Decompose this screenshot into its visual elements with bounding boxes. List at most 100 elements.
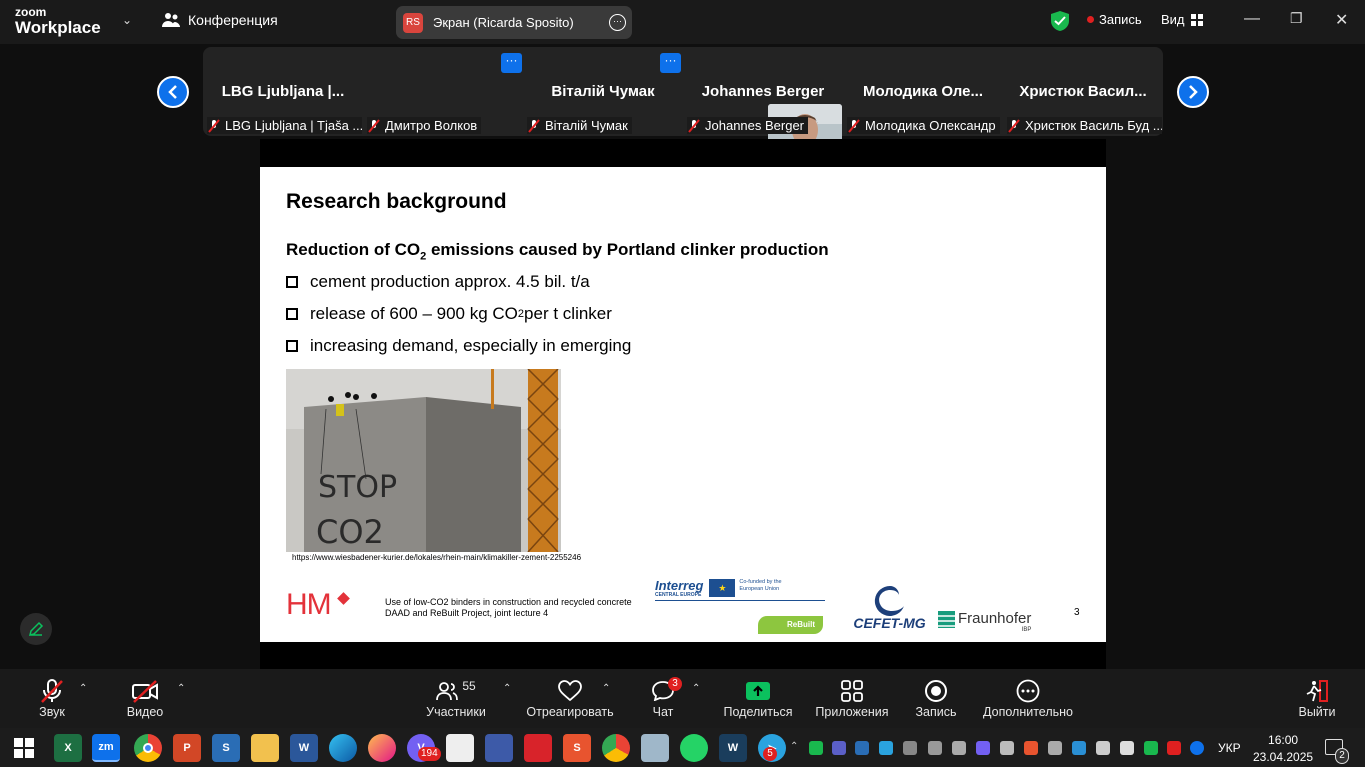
firefox-icon[interactable]	[368, 734, 396, 762]
tray-teams-icon[interactable]	[832, 741, 846, 755]
more-label: Дополнительно	[983, 705, 1073, 719]
minimize-icon[interactable]: —	[1244, 10, 1260, 28]
slide-page-number: 3	[1074, 607, 1080, 618]
viber-badge: 194	[418, 747, 441, 761]
tray-mic-icon[interactable]	[903, 741, 917, 755]
record-button[interactable]: Запись	[915, 677, 957, 719]
audio-button[interactable]: Звук	[36, 677, 68, 719]
system-clock[interactable]: 16:00 23.04.2025	[1253, 732, 1313, 766]
tile-more-button[interactable]: ···	[660, 53, 681, 73]
chat-unread-badge: 3	[668, 677, 682, 691]
react-button[interactable]: Отреагировать	[526, 677, 614, 719]
tray-slides-icon[interactable]	[1024, 741, 1038, 755]
participant-tile[interactable]: Віталій Чумак Віталій Чумак	[523, 47, 683, 136]
file-explorer-icon[interactable]	[251, 734, 279, 762]
bullet-item: release of 600 – 900 kg CO 2 per t clinke…	[286, 304, 612, 324]
participants-options-chevron-icon[interactable]: ⌃	[503, 683, 511, 694]
bullet-item: increasing demand, especially in emergin…	[286, 336, 631, 356]
audio-options-chevron-icon[interactable]: ⌃	[79, 683, 87, 694]
meeting-participants-button[interactable]: Конференция	[162, 12, 278, 28]
chat-label: Чат	[652, 705, 674, 719]
antivirus-icon[interactable]	[524, 734, 552, 762]
next-page-button[interactable]	[1177, 76, 1209, 108]
participant-tile[interactable]: Христюк Васил... Христюк Василь Буд ...	[1003, 47, 1163, 136]
tray-speaker-muted-icon[interactable]	[1167, 741, 1181, 755]
excel-icon[interactable]: X	[54, 734, 82, 762]
word-icon[interactable]: W	[290, 734, 318, 762]
chevron-down-icon[interactable]: ⌄	[122, 13, 132, 27]
tray-security-icon[interactable]	[1144, 741, 1158, 755]
more-icon	[1016, 679, 1040, 703]
prev-page-button[interactable]	[157, 76, 189, 108]
tray-viber-icon[interactable]	[976, 741, 990, 755]
participant-tile[interactable]: Дмитро Волков	[363, 47, 842, 164]
edge-icon[interactable]	[329, 734, 357, 762]
more-button[interactable]: Дополнительно	[983, 677, 1073, 719]
tile-more-button[interactable]: ···	[501, 53, 522, 73]
leave-button[interactable]: Выйти	[1298, 677, 1336, 719]
checkbox-bullet-icon	[286, 276, 298, 288]
document-icon[interactable]	[446, 734, 474, 762]
apps-button[interactable]: Приложения	[815, 677, 889, 719]
recording-indicator[interactable]: Запись	[1087, 12, 1142, 27]
windows-start-icon[interactable]	[10, 734, 38, 762]
tray-webex-icon[interactable]	[855, 741, 869, 755]
participant-tile[interactable]: LBG Ljubljana |... LBG Ljubljana | Tjaša…	[203, 47, 363, 136]
annotate-button[interactable]	[20, 613, 52, 645]
logo-line1: zoom	[15, 5, 47, 19]
tray-shield-icon[interactable]	[809, 741, 823, 755]
webex-icon[interactable]: W	[719, 734, 747, 762]
notification-count: 2	[1335, 748, 1349, 764]
powerpoint-icon[interactable]: P	[173, 734, 201, 762]
share-button[interactable]: Поделиться	[723, 677, 793, 719]
recording-label: Запись	[1099, 12, 1142, 27]
footer-line1: Use of low-CO2 binders in construction a…	[385, 597, 632, 607]
chevron-left-icon	[168, 85, 177, 99]
tray-wifi-icon[interactable]	[1048, 741, 1062, 755]
participant-tile[interactable]: Молодика Оле... Молодика Олександр	[843, 47, 1003, 136]
language-indicator[interactable]: УКР	[1218, 741, 1241, 755]
participant-name-big: Віталій Чумак	[551, 83, 655, 100]
view-button[interactable]: Вид	[1161, 12, 1203, 27]
bullet-text: release of 600 – 900 kg CO	[310, 304, 518, 323]
participants-button[interactable]: 55 Участники	[425, 677, 487, 719]
more-icon[interactable]: ···	[609, 14, 626, 31]
tray-zoom-icon[interactable]	[1190, 741, 1204, 755]
video-button[interactable]: Видео	[126, 677, 164, 719]
participant-tile[interactable]: Johannes Berger Johannes Berger	[683, 47, 843, 136]
tray-app-icon[interactable]	[1072, 741, 1086, 755]
image-app-icon[interactable]	[641, 734, 669, 762]
leave-icon	[1306, 680, 1328, 702]
screen-share-pill[interactable]: RS Экран (Ricarda Sposito) ···	[396, 6, 632, 39]
tray-volume-icon[interactable]	[1120, 741, 1134, 755]
restore-icon[interactable]: ❐	[1290, 10, 1303, 27]
bullet-text: increasing demand, especially in emergin…	[310, 336, 632, 355]
participants-count: 55	[462, 679, 476, 693]
fraunhofer-ibp: IBP	[1021, 627, 1032, 633]
chrome-icon[interactable]	[134, 734, 162, 762]
tray-overflow-icon[interactable]: ⌃	[790, 741, 800, 755]
save-app-icon[interactable]	[485, 734, 513, 762]
tray-usb-icon[interactable]	[952, 741, 966, 755]
shield-check-icon[interactable]	[1051, 11, 1069, 31]
leave-label: Выйти	[1298, 705, 1336, 719]
chat-options-chevron-icon[interactable]: ⌃	[692, 683, 700, 694]
chrome-profile-icon[interactable]	[602, 734, 630, 762]
participant-name-big: Молодика Оле...	[863, 83, 983, 100]
slides-app-icon[interactable]: S	[563, 734, 591, 762]
mic-off-icon	[848, 118, 860, 133]
participant-name: Johannes Berger	[705, 118, 805, 133]
fraunhofer-mark-icon	[938, 611, 955, 628]
react-options-chevron-icon[interactable]: ⌃	[602, 683, 610, 694]
whatsapp-icon[interactable]	[680, 734, 708, 762]
tray-battery-icon[interactable]	[1000, 741, 1014, 755]
skype-icon[interactable]: S	[212, 734, 240, 762]
tray-monitor-icon[interactable]	[928, 741, 942, 755]
chevron-right-icon	[1189, 85, 1198, 99]
tray-telegram-icon[interactable]	[879, 741, 893, 755]
video-options-chevron-icon[interactable]: ⌃	[177, 683, 185, 694]
hm-logo-text: HM	[286, 588, 332, 621]
zoom-app-icon[interactable]: zm	[92, 734, 120, 762]
close-icon[interactable]: ✕	[1335, 10, 1348, 30]
tray-device-icon[interactable]	[1096, 741, 1110, 755]
